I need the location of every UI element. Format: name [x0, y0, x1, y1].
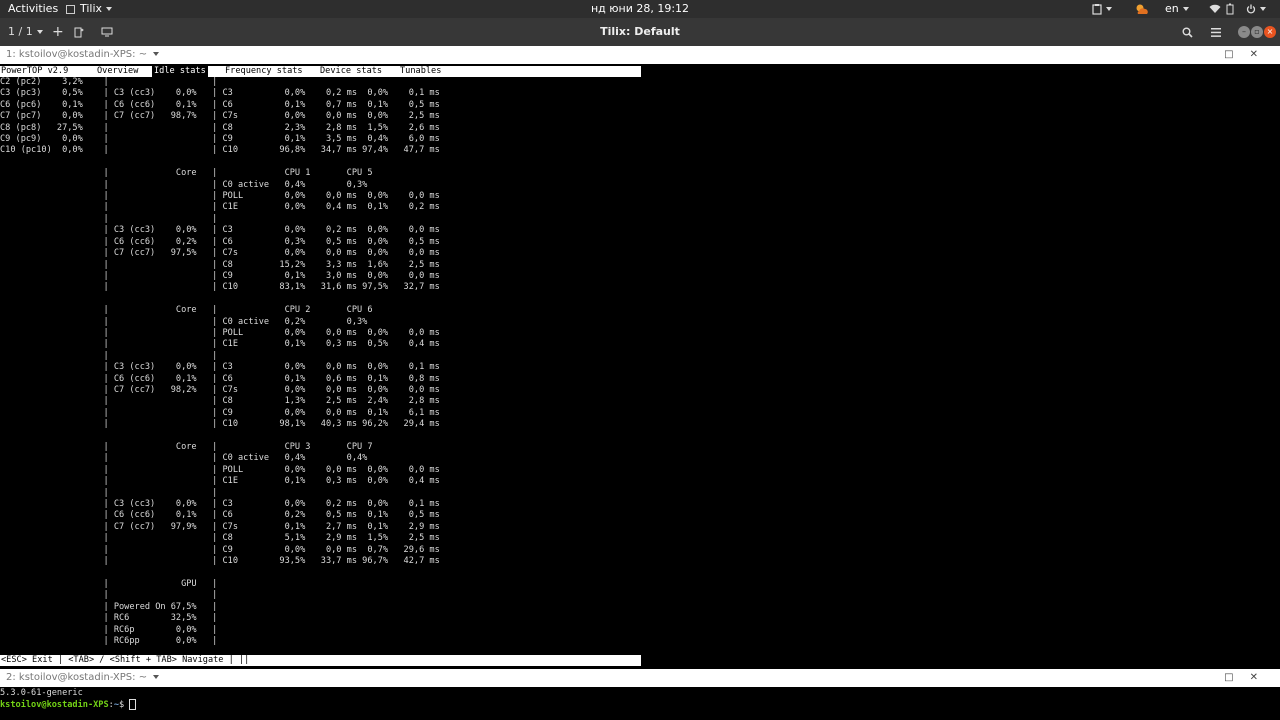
tab-device-stats[interactable]: Device stats [320, 66, 382, 77]
terminal-2-titlebar[interactable]: 2: kstoilov@kostadin-XPS: ~ □ ✕ [0, 669, 1280, 687]
tab-frequency-stats[interactable]: Frequency stats [225, 66, 303, 77]
chevron-down-icon [1260, 7, 1266, 11]
close-terminal-icon[interactable]: ✕ [1250, 49, 1258, 60]
tilix-header-bar: 1 / 1 + Tilix: Default – ▫ × [0, 18, 1280, 46]
window-title: Tilix: Default [600, 25, 680, 38]
add-session-button[interactable]: + [52, 18, 64, 46]
language-label: en [1165, 2, 1179, 15]
terminal-2-title: 2: kstoilov@kostadin-XPS: ~ [6, 672, 148, 683]
close-terminal-icon[interactable]: ✕ [1250, 672, 1258, 683]
prompt-symbol: $ [119, 700, 130, 711]
app-menu[interactable]: Tilix [66, 0, 113, 18]
chevron-down-icon [106, 7, 113, 11]
tab-idle-stats[interactable]: Idle stats [152, 66, 208, 77]
maximize-icon: ▫ [1254, 27, 1260, 36]
split-terminal-button[interactable] [74, 18, 84, 46]
search-icon [1182, 27, 1193, 38]
system-menu[interactable] [1246, 0, 1266, 18]
find-button[interactable] [1182, 18, 1193, 46]
powertop-footer: <ESC> Exit | <TAB> / <Shift + TAB> Navig… [0, 655, 641, 666]
tilix-app-icon [66, 4, 75, 14]
tab-tunables[interactable]: Tunables [400, 66, 441, 77]
terminal-1-title: 1: kstoilov@kostadin-XPS: ~ [6, 49, 148, 60]
monitor-icon [101, 27, 113, 37]
clipboard-icon [1092, 4, 1102, 15]
close-button[interactable]: × [1264, 26, 1276, 38]
clipboard-indicator[interactable] [1092, 0, 1112, 18]
split-icon [74, 27, 84, 37]
session-counter: 1 / 1 [8, 25, 33, 38]
minimize-icon: – [1242, 27, 1246, 36]
wifi-icon [1209, 4, 1221, 13]
shell-prompt[interactable]: kstoilov@kostadin-XPS:~$ [0, 699, 1280, 711]
weather-icon [1136, 4, 1148, 14]
powertop-tab-bar: PowerTOP v2.9 Overview Idle stats Freque… [0, 66, 641, 77]
menu-icon [1211, 27, 1221, 37]
night-light-indicator[interactable] [1134, 0, 1150, 18]
chevron-down-icon [1106, 7, 1112, 11]
sidebar-button[interactable] [101, 18, 113, 46]
clock[interactable]: нд юни 28, 19:12 [560, 0, 720, 18]
terminal-2-output[interactable]: 5.3.0-61-generic kstoilov@kostadin-XPS:~$ [0, 688, 1280, 720]
battery-icon [1226, 3, 1234, 15]
chevron-down-icon [36, 30, 43, 34]
minimize-button[interactable]: – [1238, 26, 1250, 38]
hamburger-menu-button[interactable] [1211, 18, 1221, 46]
prompt-user: kstoilov@kostadin-XPS [0, 700, 109, 711]
app-menu-label: Tilix [80, 2, 103, 15]
gnome-top-bar: Activities Tilix нд юни 28, 19:12 en [0, 0, 1280, 18]
kernel-version-output: 5.3.0-61-generic [0, 688, 83, 698]
text-cursor [129, 699, 137, 711]
activities-button[interactable]: Activities [8, 0, 58, 18]
powertop-app-name: PowerTOP v2.9 [1, 66, 69, 76]
power-icon [1246, 4, 1256, 14]
chevron-down-icon [1182, 7, 1189, 11]
chevron-down-icon[interactable] [153, 52, 160, 56]
chevron-down-icon[interactable] [153, 675, 160, 679]
maximize-button[interactable]: ▫ [1251, 26, 1263, 38]
maximize-terminal-icon[interactable]: □ [1224, 672, 1233, 683]
tab-overview[interactable]: Overview [97, 66, 138, 77]
powertop-idle-stats-output[interactable]: C2 (pc2) 3,2% | | C3 (pc3) 0,5% | C3 (cc… [0, 77, 641, 654]
close-icon: × [1266, 27, 1274, 36]
maximize-terminal-icon[interactable]: □ [1224, 49, 1233, 60]
wifi-indicator[interactable] [1209, 0, 1221, 18]
battery-indicator[interactable] [1226, 0, 1234, 18]
language-selector[interactable]: en [1165, 0, 1189, 18]
session-switcher[interactable]: 1 / 1 [8, 18, 43, 46]
terminal-1-titlebar[interactable]: 1: kstoilov@kostadin-XPS: ~ □ ✕ [0, 46, 1280, 64]
